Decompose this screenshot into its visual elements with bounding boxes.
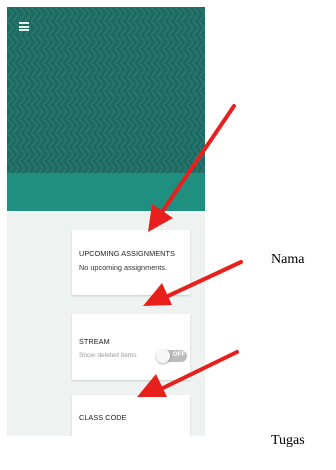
arrow-to-upcoming-assignments <box>148 104 236 232</box>
arrow-to-stream <box>143 260 243 306</box>
annotation-arrows <box>137 104 243 397</box>
annotation-nama: Nama <box>271 252 305 267</box>
annotation-tugas: Tugas <box>271 433 305 448</box>
arrow-to-class-code <box>137 350 239 397</box>
